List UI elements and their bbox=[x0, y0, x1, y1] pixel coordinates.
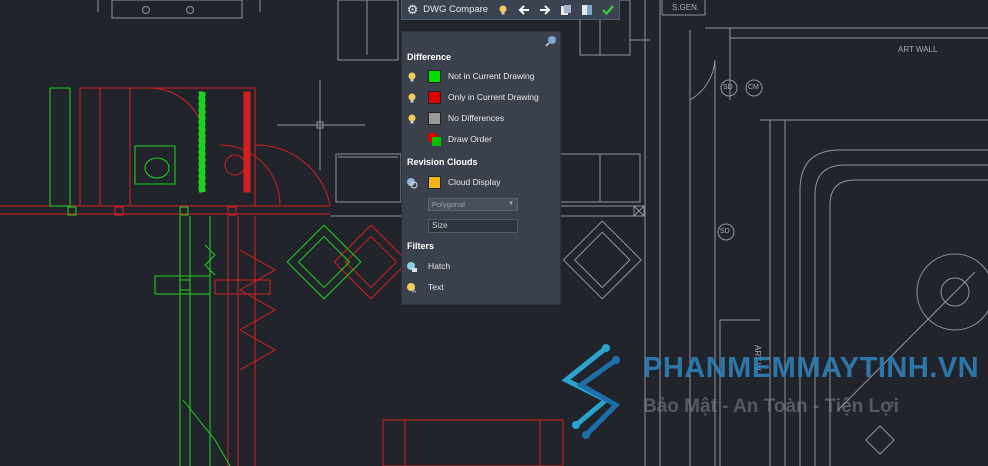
no-differences-row[interactable]: No Differences bbox=[402, 109, 560, 129]
filters-header: Filters bbox=[407, 241, 435, 251]
not-in-current-color-swatch[interactable] bbox=[428, 70, 441, 83]
snapshot-icon[interactable] bbox=[556, 0, 577, 20]
chevron-down-icon: ▼ bbox=[508, 201, 514, 207]
done-checkmark-icon[interactable] bbox=[598, 0, 619, 20]
lightbulb-icon[interactable] bbox=[406, 113, 418, 125]
hatch-filter-icon[interactable] bbox=[406, 261, 418, 273]
drawing-label-s-gen: S.GEN. bbox=[672, 3, 700, 12]
hatch-filter-row[interactable]: Hatch bbox=[402, 257, 560, 277]
pin-icon[interactable] bbox=[545, 34, 557, 47]
cloud-size-input[interactable]: Size bbox=[428, 219, 518, 233]
not-in-current-label: Not in Current Drawing bbox=[448, 71, 535, 81]
draw-order-label: Draw Order bbox=[448, 134, 492, 144]
drawing-label-sd-2: SD bbox=[720, 228, 730, 235]
cloud-display-color-swatch[interactable] bbox=[428, 176, 441, 189]
only-in-current-row[interactable]: Only in Current Drawing bbox=[402, 88, 560, 108]
lightbulb-icon[interactable] bbox=[406, 92, 418, 104]
export-icon[interactable] bbox=[577, 0, 598, 20]
watermark-logo bbox=[561, 344, 621, 439]
text-filter-icon[interactable]: A bbox=[406, 282, 418, 294]
dwg-compare-title: DWG Compare bbox=[423, 4, 489, 15]
lightbulb-icon[interactable] bbox=[492, 0, 513, 20]
dwg-compare-toolbar: ⚙ DWG Compare bbox=[401, 0, 620, 20]
revision-clouds-header: Revision Clouds bbox=[407, 157, 478, 167]
watermark-title: PHANMEMMAYTINH.VN bbox=[643, 352, 980, 384]
cloud-shape-value: Polygonal bbox=[432, 200, 465, 209]
hatch-filter-label: Hatch bbox=[428, 261, 451, 271]
drawing-label-art-wall: ART WALL bbox=[898, 45, 938, 54]
cloud-size-label: Size bbox=[432, 221, 448, 230]
no-differences-color-swatch[interactable] bbox=[428, 112, 441, 125]
text-filter-label: Text bbox=[428, 282, 444, 292]
compare-settings-panel: Difference Not in Current Drawing Only i… bbox=[401, 31, 561, 305]
no-differences-label: No Differences bbox=[448, 113, 505, 123]
not-in-current-row[interactable]: Not in Current Drawing bbox=[402, 67, 560, 87]
only-in-current-label: Only in Current Drawing bbox=[448, 92, 539, 102]
lightbulb-icon[interactable] bbox=[406, 71, 418, 83]
cloud-display-label: Cloud Display bbox=[448, 177, 501, 187]
settings-gear-icon[interactable]: ⚙ bbox=[402, 0, 423, 20]
only-in-current-color-swatch[interactable] bbox=[428, 91, 441, 104]
drawing-label-cm: CM bbox=[748, 84, 759, 91]
draw-order-row[interactable]: Draw Order bbox=[402, 130, 560, 150]
drawing-label-sd: SD bbox=[723, 84, 733, 91]
text-filter-row[interactable]: A Text bbox=[402, 278, 560, 298]
draw-order-icon[interactable] bbox=[428, 133, 441, 146]
next-arrow-icon[interactable] bbox=[534, 0, 555, 20]
svg-text:A: A bbox=[412, 289, 416, 294]
cloud-display-row[interactable]: Cloud Display bbox=[402, 173, 560, 193]
watermark-subtitle: Bảo Mật - An Toàn - Tiện Lợi bbox=[643, 396, 899, 417]
cloud-toggle-icon[interactable] bbox=[406, 177, 418, 189]
previous-arrow-icon[interactable] bbox=[513, 0, 534, 20]
cloud-shape-dropdown[interactable]: Polygonal ▼ bbox=[428, 198, 518, 211]
difference-header: Difference bbox=[407, 52, 452, 62]
